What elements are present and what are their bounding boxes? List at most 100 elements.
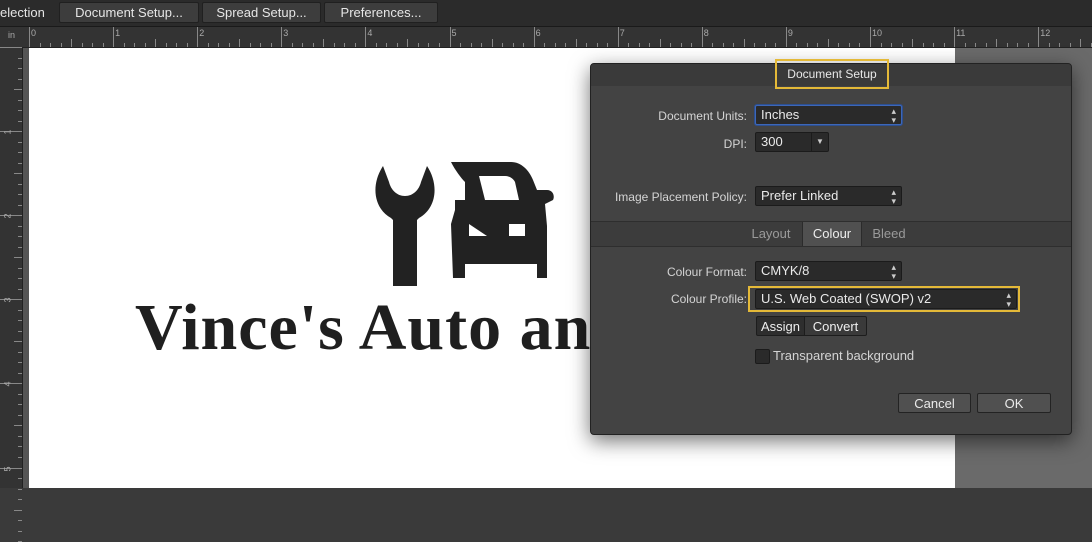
tab-colour[interactable]: Colour — [802, 222, 862, 246]
colour-format-select[interactable]: CMYK/8 ▴ ▾ — [755, 261, 902, 281]
colour-profile-select[interactable]: U.S. Web Coated (SWOP) v2 ▴ ▾ — [755, 289, 1017, 309]
ruler-v-tick — [18, 194, 22, 196]
ruler-v-label: 2 — [2, 213, 13, 219]
transparent-background-checkbox[interactable] — [755, 349, 770, 364]
ruler-h-tick — [848, 43, 850, 47]
ruler-v-label: 1 — [2, 129, 13, 135]
document-setup-dialog: Document Setup Document Units: Inches ▴ ▾… — [590, 59, 1072, 435]
ruler-h-tick — [870, 27, 871, 47]
ruler-unit: in — [8, 30, 16, 40]
ruler-v-tick — [18, 99, 22, 101]
ruler-h-tick — [785, 27, 787, 47]
ruler-h-tick — [691, 43, 693, 47]
assign-button[interactable]: Assign — [756, 316, 805, 336]
ruler-h-tick — [218, 43, 220, 47]
ruler-v-tick — [18, 446, 22, 448]
ruler-h-tick — [396, 43, 398, 47]
ruler-h-tick — [1080, 39, 1082, 47]
vertical-ruler[interactable]: 1 2 3 4 5 — [0, 47, 23, 542]
ruler-v-tick — [14, 509, 22, 511]
ruler-h-tick — [891, 43, 893, 47]
ruler-h-tick — [71, 39, 73, 47]
ruler-h-tick — [764, 43, 766, 47]
ruler-h-tick — [239, 39, 241, 47]
ruler-h-label: 11 — [956, 28, 966, 38]
ruler-h-tick — [649, 43, 651, 47]
ruler-h-tick — [754, 43, 756, 47]
ruler-h-tick — [1027, 43, 1029, 47]
ruler-h-tick — [607, 43, 609, 47]
ruler-v-tick — [14, 89, 22, 91]
ruler-h-label: 0 — [31, 28, 37, 38]
ruler-h-tick — [312, 43, 314, 47]
document-units-select[interactable]: Inches ▴ ▾ — [755, 105, 902, 125]
ruler-h-label: 7 — [619, 28, 625, 38]
ruler-h-tick — [81, 43, 83, 47]
ruler-v-tick — [18, 57, 22, 59]
stepper-arrows-icon: ▴ ▾ — [1006, 290, 1011, 309]
ruler-h-tick — [743, 39, 745, 47]
ruler-v-tick — [18, 488, 22, 490]
ruler-v-tick — [18, 404, 22, 406]
ruler-v-tick — [18, 309, 22, 311]
dpi-combobox[interactable]: 300 ▼ — [755, 132, 829, 152]
horizontal-ruler[interactable]: 0 1 2 3 4 5 6 7 8 9 10 11 12 — [22, 27, 1092, 48]
wrench-car-logo-icon — [375, 162, 554, 286]
transparent-background-label[interactable]: Transparent background — [773, 348, 914, 363]
ruler-h-tick — [302, 43, 304, 47]
ruler-h-label: 2 — [199, 28, 205, 38]
ruler-h-tick — [512, 43, 514, 47]
ruler-h-tick — [964, 43, 966, 47]
ruler-h-tick — [333, 43, 335, 47]
stepper-arrows-icon: ▴ ▾ — [891, 187, 896, 206]
ruler-h-tick — [491, 39, 493, 47]
ruler-h-tick — [638, 43, 640, 47]
ruler-h-tick — [859, 43, 861, 47]
preferences-button[interactable]: Preferences... — [324, 2, 438, 23]
ruler-v-tick — [18, 141, 22, 143]
ruler-h-tick — [1048, 43, 1050, 47]
ruler-h-tick — [659, 39, 661, 47]
ruler-h-tick — [533, 27, 535, 47]
ruler-h-tick — [281, 27, 283, 47]
ruler-h-tick — [260, 43, 262, 47]
ruler-v-tick — [14, 425, 22, 427]
ruler-h-tick — [565, 43, 567, 47]
ruler-h-tick — [144, 43, 146, 47]
ruler-h-tick — [733, 43, 735, 47]
tab-layout[interactable]: Layout — [741, 222, 801, 246]
cancel-button[interactable]: Cancel — [898, 393, 971, 413]
ruler-v-tick — [18, 372, 22, 374]
ruler-h-tick — [617, 27, 619, 47]
ruler-v-tick — [18, 320, 22, 322]
dpi-label: DPI: — [723, 137, 747, 151]
ruler-h-tick — [1038, 27, 1040, 47]
ruler-h-tick — [386, 43, 388, 47]
ruler-v-tick — [18, 267, 22, 269]
spread-setup-button[interactable]: Spread Setup... — [202, 2, 321, 23]
ruler-h-tick — [344, 43, 346, 47]
ruler-origin[interactable]: in — [0, 27, 22, 47]
ruler-h-tick — [838, 43, 840, 47]
ruler-h-tick — [922, 43, 924, 47]
tab-bleed[interactable]: Bleed — [861, 222, 917, 246]
ruler-h-tick — [102, 43, 104, 47]
ruler-v-tick — [18, 183, 22, 185]
ruler-h-tick — [701, 27, 703, 47]
image-placement-value: Prefer Linked — [761, 188, 839, 203]
ruler-h-tick — [481, 43, 483, 47]
ruler-h-tick — [985, 43, 987, 47]
ruler-h-tick — [996, 39, 998, 47]
dropdown-arrow-icon[interactable]: ▼ — [811, 133, 828, 151]
convert-button[interactable]: Convert — [804, 316, 867, 336]
ruler-h-tick — [722, 43, 724, 47]
image-placement-select[interactable]: Prefer Linked ▴ ▾ — [755, 186, 902, 206]
ruler-v-tick — [18, 499, 22, 501]
ruler-v-tick — [18, 110, 22, 112]
ok-button[interactable]: OK — [977, 393, 1051, 413]
ruler-v-tick — [18, 236, 22, 238]
document-units-label: Document Units: — [658, 109, 747, 123]
ruler-h-tick — [375, 43, 377, 47]
document-setup-button[interactable]: Document Setup... — [59, 2, 199, 23]
ruler-h-label: 1 — [115, 28, 121, 38]
